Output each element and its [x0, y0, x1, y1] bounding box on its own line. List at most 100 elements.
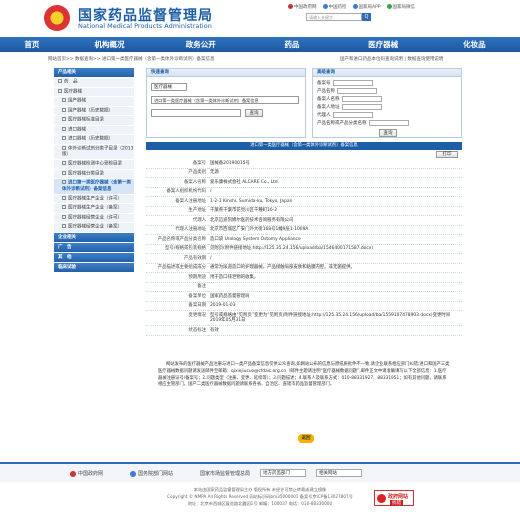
sidebar-group-ads[interactable]: 广 告: [54, 242, 134, 252]
nav-drugs[interactable]: 药品: [246, 37, 337, 52]
sidebar-item[interactable]: 国产器械（历史数据）: [54, 106, 134, 116]
sidebar-item-label: 药 品: [64, 79, 78, 85]
detail-value: 国家药品监督管理局: [208, 291, 462, 302]
applicant-input[interactable]: [341, 96, 382, 102]
detail-value: 北京市西城区广安门外大街168号1幢9层1-1009A: [208, 225, 462, 235]
sidebar-item[interactable]: 国产器械: [54, 97, 134, 107]
nav-gov-affairs[interactable]: 政务公开: [155, 37, 246, 52]
search-input[interactable]: 请输入关键字: [306, 13, 362, 21]
field-agent: 代理人: [317, 112, 373, 118]
detail-key: 代理人注册地址: [146, 225, 208, 235]
print-button[interactable]: 打印: [436, 151, 458, 158]
detail-value: 用于造口排泄物的收集。: [208, 272, 462, 283]
record-no-input[interactable]: [332, 80, 373, 86]
detail-key: 产品类别: [146, 168, 208, 178]
sidebar-group-products[interactable]: 产品相关: [54, 68, 134, 77]
quick-query-button[interactable]: 查询: [245, 109, 263, 117]
nav-about[interactable]: 机构概况: [64, 37, 155, 52]
keyword-input[interactable]: [151, 109, 241, 117]
sidebar-group-other[interactable]: 其 他: [54, 252, 134, 262]
related-sites-select[interactable]: 相关网站: [316, 469, 362, 477]
back-button[interactable]: 返回: [298, 434, 314, 443]
sidebar-item[interactable]: 医疗器械分类目录: [54, 169, 134, 179]
top-link-app[interactable]: 国家局APP: [352, 4, 381, 10]
detail-row: 生产地址 千葉県千葉市花見川区千種町16-2: [146, 206, 462, 216]
sidebar-item[interactable]: 药 品: [54, 78, 134, 88]
agent-input[interactable]: [332, 112, 373, 118]
print-row: 打印: [146, 150, 462, 159]
sidebar-item[interactable]: 医疗器械经营企业（许可）: [54, 213, 134, 223]
footer-link-samr[interactable]: 国家市场监督管理总局: [200, 470, 250, 477]
expand-icon: [62, 180, 66, 184]
detail-key: 备注: [146, 282, 208, 292]
detail-key: 状态标注: [146, 325, 208, 336]
expand-icon: [58, 79, 62, 83]
expand-icon: [62, 161, 66, 165]
detail-row: 变更情况 型号或规格由“见附页”变更为“见附页(附件链接地址:http://125…: [146, 310, 462, 326]
product-category-input[interactable]: [368, 120, 409, 126]
sidebar-item[interactable]: 医疗器械: [54, 87, 134, 97]
local-agency-select[interactable]: 地方药监部门: [260, 469, 306, 477]
detail-value: 2019-01-03: [208, 301, 462, 311]
footer-link-gov[interactable]: 中国政府网: [70, 470, 103, 477]
detail-value: 国械备20190015号: [208, 159, 462, 169]
sidebar-item-label: 医疗器械: [64, 89, 82, 94]
sidebar-item[interactable]: 医疗器械生产企业（备案）: [54, 204, 134, 214]
sidebar-item[interactable]: 医疗器械经营企业（备案）: [54, 223, 134, 233]
sidebar-item[interactable]: 医疗器械生产企业（许可）: [54, 194, 134, 204]
breadcrumb[interactable]: 网站首页>> 数据查询>> 进口第一类医疗器械（含第一类体外诊断试剂）备案信息: [48, 56, 214, 62]
top-link-wechat[interactable]: 国家局微信: [386, 4, 415, 10]
field-product-category: 产品名称或产品分类名称: [317, 120, 409, 126]
detail-value: 北京迈迪凯姆尔医药技术咨询服务有限公司: [208, 215, 462, 226]
detail-row: 产品类别 无源: [146, 168, 462, 178]
nav-devices[interactable]: 医疗器械: [338, 37, 429, 52]
detail-value: /: [208, 187, 462, 197]
detail-row: 备案人名称 爱乐康株式会社 ALCARE Co., Ltd.: [146, 177, 462, 188]
footer-link-state-council[interactable]: 国务院部门网站: [130, 470, 173, 477]
gov-site-error-badge[interactable]: 政府网站 找错: [374, 490, 414, 506]
badge-star-icon: [377, 494, 386, 503]
sidebar-group-clinical[interactable]: 临床试验: [54, 262, 134, 272]
search-button[interactable]: Q: [362, 13, 371, 21]
field-product-name: 产品名称: [317, 88, 377, 94]
expand-icon: [58, 88, 62, 93]
detail-value: 1-2-1 Kinshi, Sumida-ku, Tokyo, Japan: [208, 196, 462, 207]
expand-icon: [62, 195, 66, 200]
expand-icon: [62, 205, 66, 209]
database-select[interactable]: 进口第一类医疗器械（含第一类体外诊断试剂）备案信息: [151, 96, 299, 104]
sidebar-item-label: 医疗器械生产企业（许可）: [68, 196, 122, 201]
help-links[interactable]: 国产和进口药品本位码查询说明 | 数据查询使用说明: [340, 56, 443, 62]
sidebar-item-label: 医疗器械分类目录: [68, 171, 104, 176]
detail-row: 产品名称或产品分类名称 造口袋 Urology System Ostomy App…: [146, 234, 462, 245]
detail-key: 产品名称或产品分类名称: [146, 234, 208, 245]
nav-home[interactable]: 首页: [0, 37, 64, 52]
sidebar-item[interactable]: 医疗器械检测中心受检目录: [54, 160, 134, 170]
nav-cosmetics[interactable]: 化妆品: [429, 37, 520, 52]
detail-row: 产品描述或主要组成成分 通常为尿道造口的护理器械。产品接触局部皮肤和粘膜内腔。非无…: [146, 263, 462, 273]
sidebar-item-label: 医疗器械标准目录: [68, 117, 104, 123]
sidebar-item[interactable]: 进口器械: [54, 125, 134, 135]
sidebar-item[interactable]: 医疗器械标准目录: [54, 116, 134, 126]
detail-value: 千葉県千葉市花見川区千種町16-2: [208, 206, 462, 216]
detail-row: 代理人 北京迈迪凯姆尔医药技术咨询服务有限公司: [146, 215, 462, 226]
applicant-address-input[interactable]: [341, 104, 382, 110]
sidebar-item[interactable]: 体外诊断试剂分类子目录（2013版）: [54, 144, 134, 160]
sidebar-item-label: 体外诊断试剂分类子目录（2013版）: [62, 146, 134, 157]
detail-value: 爱乐康株式会社 ALCARE Co., Ltd.: [208, 177, 462, 188]
detail-key: 备案单位: [146, 291, 208, 302]
footer-info: 本站由国家药品监督管理局主办 版权所有 未经许可禁止转载或建立镜像 Copyri…: [0, 486, 520, 507]
field-applicant-address: 备案人地址: [317, 104, 382, 110]
wechat-icon: [386, 4, 392, 9]
footer-icp: Copyright © NMPA All Rights Reserved 网站标…: [167, 494, 353, 499]
sidebar-item[interactable]: 进口第一类医疗器械（含第一类体外诊断试剂）备案信息: [54, 179, 134, 195]
advanced-query-button[interactable]: 查询: [379, 129, 397, 137]
top-link-nifdc[interactable]: 中国药检: [322, 4, 347, 10]
detail-row: 产品有效期 /: [146, 253, 462, 264]
top-link-gov[interactable]: 中国政府网: [288, 4, 317, 10]
expand-icon: [62, 136, 66, 140]
product-name-input[interactable]: [337, 88, 377, 94]
sidebar-group-enterprise[interactable]: 企业相关: [54, 232, 134, 242]
detail-value: 无源: [208, 168, 462, 178]
category-select[interactable]: 医疗器械: [151, 83, 187, 91]
sidebar-item[interactable]: 进口器械（历史数据）: [54, 135, 134, 145]
